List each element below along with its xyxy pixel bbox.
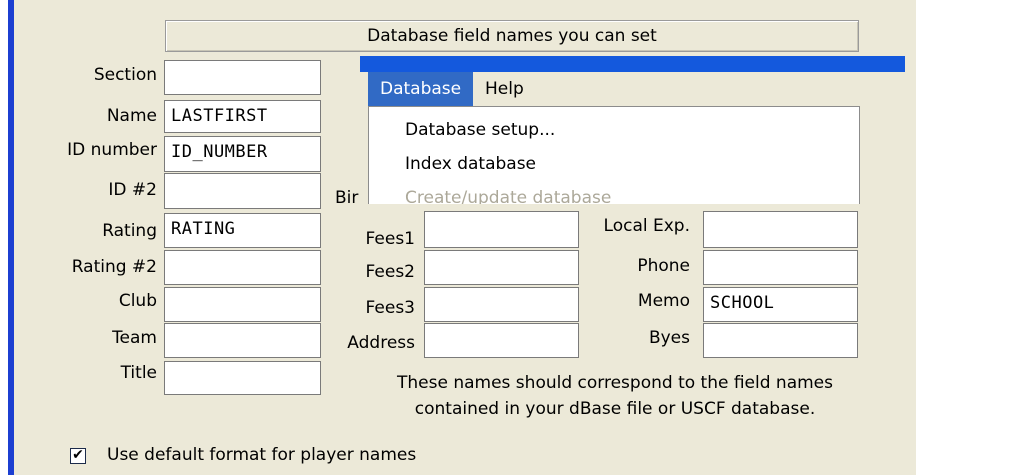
note-line-2: contained in your dBase file or USCF dat… — [414, 399, 816, 419]
label-id-number: ID number — [67, 140, 157, 160]
id-number-field[interactable]: ID_NUMBER — [164, 136, 321, 172]
label-rating2: Rating #2 — [71, 257, 157, 277]
menu-database[interactable]: Database — [368, 72, 474, 106]
rating2-field[interactable] — [164, 250, 321, 285]
window-titlebar — [360, 56, 905, 72]
club-field[interactable] — [164, 287, 321, 322]
phone-field[interactable] — [703, 250, 858, 285]
label-address: Address — [347, 333, 415, 353]
menu-item-create-update-database: Create/update database — [405, 188, 612, 204]
label-rating: Rating — [102, 221, 157, 241]
local-exp-field[interactable] — [703, 211, 858, 248]
fees3-field[interactable] — [424, 287, 579, 322]
fees2-field[interactable] — [424, 250, 579, 285]
database-menu-window: Database Help Database setup... Index da… — [360, 56, 905, 204]
label-section: Section — [93, 65, 157, 85]
label-club: Club — [118, 291, 157, 311]
default-format-checkbox[interactable]: ✔ — [70, 448, 86, 464]
title-field[interactable] — [164, 361, 321, 395]
label-local-exp: Local Exp. — [603, 216, 690, 236]
checkmark-icon: ✔ — [72, 447, 84, 463]
default-format-label[interactable]: Use default format for player names — [107, 445, 416, 465]
label-name: Name — [106, 106, 157, 126]
name-field[interactable]: LASTFIRST — [164, 100, 321, 133]
note-line-1: These names should correspond to the fie… — [397, 373, 833, 393]
label-fees1: Fees1 — [365, 229, 415, 249]
label-title: Title — [120, 363, 157, 383]
rating-field[interactable]: RATING — [164, 213, 321, 248]
menubar: Database Help — [360, 72, 905, 106]
field-names-note: These names should correspond to the fie… — [360, 370, 870, 422]
team-field[interactable] — [164, 323, 321, 358]
byes-field[interactable] — [703, 323, 858, 358]
menu-help[interactable]: Help — [485, 72, 524, 106]
menu-item-index-database[interactable]: Index database — [405, 154, 536, 174]
label-fees3: Fees3 — [365, 298, 415, 318]
label-id2: ID #2 — [108, 180, 157, 200]
fees1-field[interactable] — [424, 211, 579, 248]
section-field[interactable] — [164, 60, 321, 95]
id2-field[interactable] — [164, 173, 321, 209]
label-phone: Phone — [637, 256, 690, 276]
label-byes: Byes — [648, 328, 690, 348]
menu-item-database-setup[interactable]: Database setup... — [405, 120, 555, 140]
section-header: Database field names you can set — [165, 20, 859, 52]
address-field[interactable] — [424, 323, 579, 358]
memo-field[interactable]: SCHOOL — [703, 287, 858, 322]
window-left-border — [8, 0, 14, 475]
label-team: Team — [112, 328, 157, 348]
database-dropdown: Database setup... Index database Create/… — [368, 106, 860, 204]
label-fees2: Fees2 — [365, 262, 415, 282]
label-memo: Memo — [637, 291, 690, 311]
